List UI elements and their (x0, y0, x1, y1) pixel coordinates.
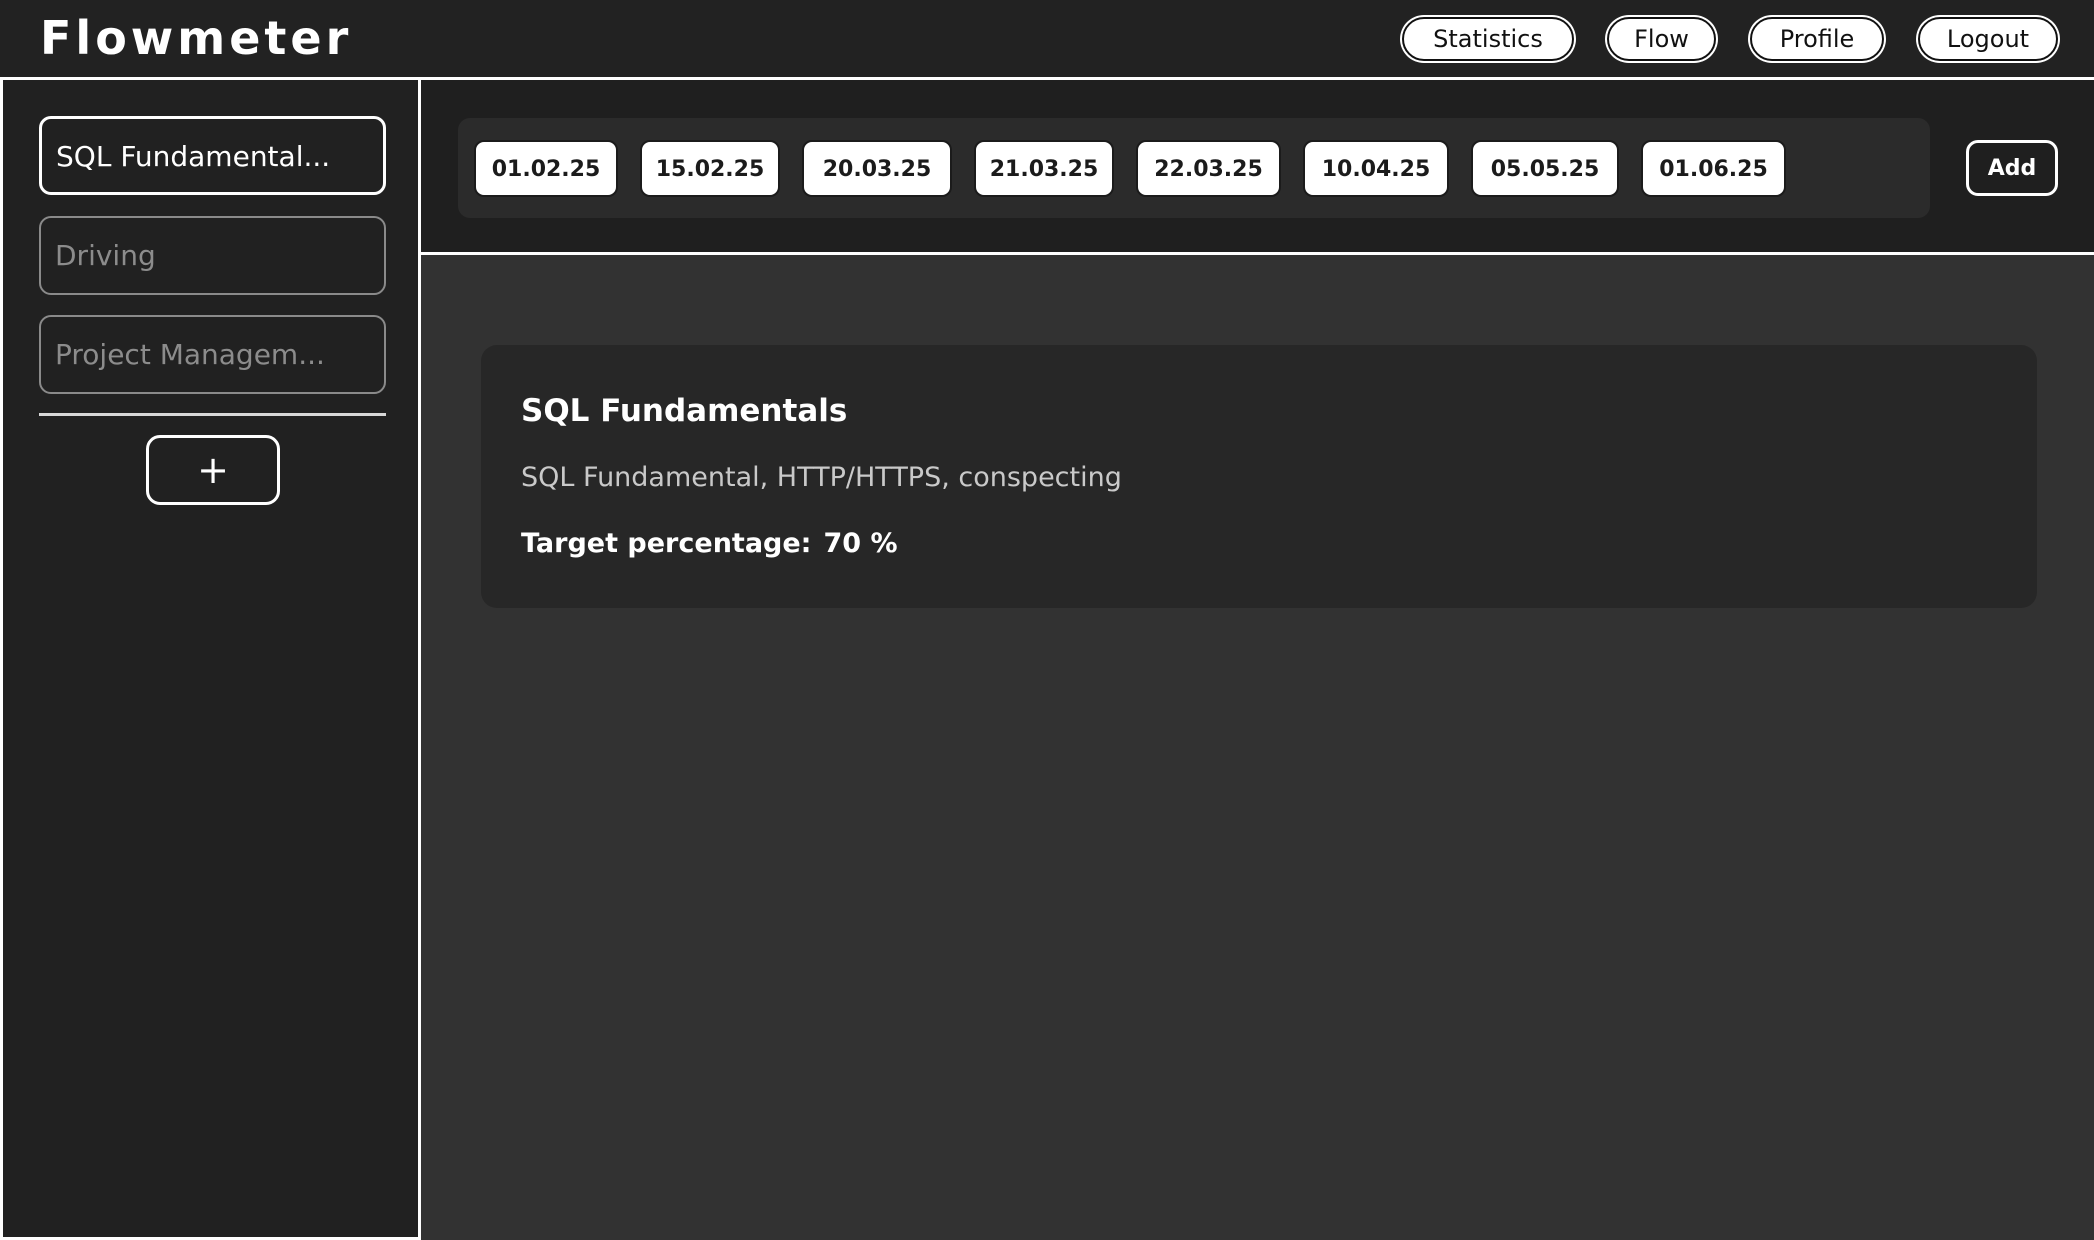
dates-toolbar: 01.02.25 15.02.25 20.03.25 21.03.25 22.0… (421, 80, 2094, 255)
target-percentage-value: 70 % (823, 528, 898, 559)
target-percentage: Target percentage: 70 % (521, 526, 898, 562)
subject-card: SQL Fundamentals SQL Fundamental, HTTP/H… (481, 345, 2037, 608)
add-date-button[interactable]: Add (1966, 140, 2058, 196)
date-chip[interactable]: 01.06.25 (1641, 140, 1786, 197)
main-content: SQL Fundamentals SQL Fundamental, HTTP/H… (421, 255, 2094, 1240)
app-logo[interactable]: Flowmeter (40, 10, 352, 66)
card-description: SQL Fundamental, HTTP/HTTPS, conspecting (521, 462, 1122, 493)
target-percentage-label: Target percentage: (521, 528, 812, 559)
date-chip[interactable]: 20.03.25 (802, 140, 952, 197)
sidebar-item-driving[interactable]: Driving (39, 216, 386, 295)
add-subject-button[interactable]: + (146, 435, 280, 505)
dates-strip: 01.02.25 15.02.25 20.03.25 21.03.25 22.0… (458, 118, 1930, 218)
subjects-sidebar: SQL Fundamental... Driving Project Manag… (0, 80, 421, 1240)
top-header: Flowmeter Statistics Flow Profile Logout (0, 0, 2094, 80)
sidebar-divider (39, 413, 386, 416)
card-title: SQL Fundamentals (521, 393, 848, 429)
nav-profile-button[interactable]: Profile (1750, 17, 1884, 61)
nav-flow-button[interactable]: Flow (1607, 17, 1716, 61)
date-chip[interactable]: 10.04.25 (1303, 140, 1449, 197)
date-chip[interactable]: 22.03.25 (1136, 140, 1281, 197)
nav-logout-button[interactable]: Logout (1918, 17, 2058, 61)
date-chip[interactable]: 01.02.25 (474, 140, 618, 197)
nav-statistics-button[interactable]: Statistics (1402, 17, 1574, 61)
date-chip[interactable]: 05.05.25 (1471, 140, 1619, 197)
date-chip[interactable]: 15.02.25 (640, 140, 780, 197)
sidebar-item-sql-fundamentals[interactable]: SQL Fundamental... (39, 116, 386, 195)
sidebar-item-project-management[interactable]: Project Managem... (39, 315, 386, 394)
date-chip[interactable]: 21.03.25 (974, 140, 1114, 197)
